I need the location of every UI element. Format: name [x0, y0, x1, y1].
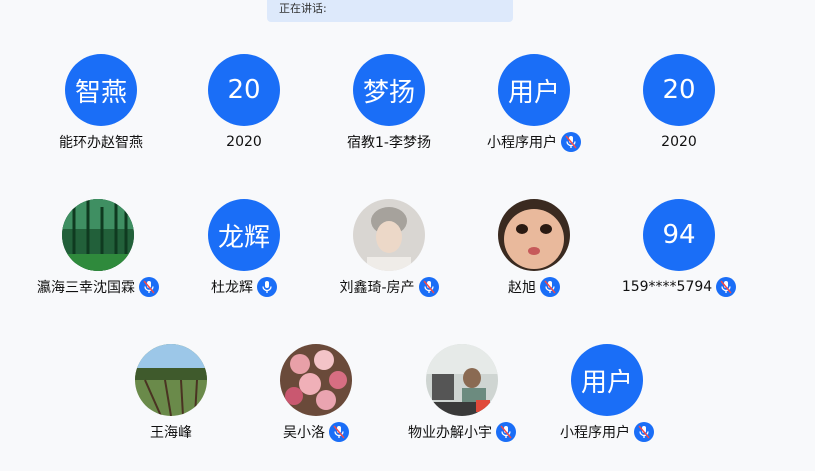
- avatar: 20: [208, 54, 280, 126]
- participant-tile[interactable]: 赵旭: [464, 199, 604, 298]
- participant-name: 159****5794: [621, 279, 713, 295]
- participant-name: 小程序用户: [560, 425, 630, 441]
- avatar: 用户: [498, 54, 570, 126]
- avatar: [135, 344, 207, 416]
- mic-muted-icon[interactable]: [716, 277, 737, 297]
- participant-name: 2020: [226, 134, 262, 150]
- participant-tile[interactable]: 瀛海三幸沈国霖: [28, 199, 168, 298]
- avatar-initials: 龙辉: [217, 222, 270, 253]
- avatar: 20: [643, 54, 715, 126]
- garden-landscape-photo: [135, 344, 207, 416]
- avatar: 智燕: [65, 54, 137, 126]
- avatar-initials: 用户: [580, 367, 633, 398]
- speaking-label: 正在讲话:: [279, 2, 327, 15]
- participant-name: 瀛海三幸沈国霖: [37, 280, 135, 296]
- avatar: 用户: [571, 344, 643, 416]
- participant-tile[interactable]: 梦扬 宿教1-李梦扬: [319, 54, 459, 153]
- avatar-initials: 94: [662, 220, 696, 250]
- participant-tile[interactable]: 刘鑫琦-房产: [319, 199, 459, 298]
- mic-muted-icon[interactable]: [561, 132, 581, 152]
- participant-tile[interactable]: 20 2020: [609, 54, 749, 153]
- participant-name: 物业办解小宇: [408, 425, 492, 441]
- mic-muted-icon[interactable]: [496, 422, 516, 442]
- participant-tile[interactable]: 用户 小程序用户: [537, 344, 677, 443]
- avatar: [498, 199, 570, 271]
- participant-name: 刘鑫琦-房产: [339, 280, 415, 296]
- avatar: [426, 344, 498, 416]
- avatar: 94: [643, 199, 715, 271]
- avatar-initials: 20: [662, 75, 696, 105]
- participant-tile[interactable]: 王海峰: [101, 344, 241, 443]
- child-portrait-photo: [498, 199, 570, 271]
- forest-photo: [62, 199, 134, 271]
- mic-muted-icon[interactable]: [418, 277, 439, 297]
- participant-tile[interactable]: 20 2020: [174, 54, 314, 153]
- participant-tile[interactable]: 用户 小程序用户: [464, 54, 604, 153]
- avatar-initials: 用户: [507, 77, 560, 108]
- avatar: [280, 344, 352, 416]
- participant-tile[interactable]: 94 159****5794: [609, 199, 749, 298]
- avatar: [62, 199, 134, 271]
- participant-name: 赵旭: [508, 280, 536, 296]
- participant-name: 小程序用户: [487, 135, 557, 151]
- avatar-initials: 智燕: [74, 77, 127, 108]
- woman-portrait-photo: [353, 199, 425, 271]
- avatar-initials: 梦扬: [362, 77, 415, 108]
- participant-name: 2020: [661, 134, 697, 150]
- participant-name: 吴小洛: [283, 425, 325, 441]
- participant-tile[interactable]: 龙辉 杜龙辉: [174, 199, 314, 298]
- mic-muted-icon[interactable]: [540, 277, 560, 297]
- participant-tile[interactable]: 吴小洛: [246, 344, 386, 443]
- participant-name: 杜龙辉: [211, 280, 253, 296]
- mic-on-icon[interactable]: [257, 277, 277, 297]
- participant-name: 宿教1-李梦扬: [347, 135, 431, 151]
- mic-muted-icon[interactable]: [329, 422, 349, 442]
- participant-name: 王海峰: [150, 425, 192, 441]
- mic-muted-icon[interactable]: [634, 422, 654, 442]
- participant-tile[interactable]: 智燕 能环办赵智燕: [31, 54, 171, 153]
- participant-name: 能环办赵智燕: [59, 135, 143, 151]
- avatar: 梦扬: [353, 54, 425, 126]
- avatar: 龙辉: [208, 199, 280, 271]
- avatar-initials: 20: [227, 75, 261, 105]
- mic-muted-icon[interactable]: [139, 277, 159, 297]
- participant-tile[interactable]: 物业办解小宇: [392, 344, 532, 443]
- roses-bouquet-photo: [280, 344, 352, 416]
- office-desk-photo: [426, 344, 498, 416]
- speaking-banner: 正在讲话:: [267, 0, 513, 22]
- avatar: [353, 199, 425, 271]
